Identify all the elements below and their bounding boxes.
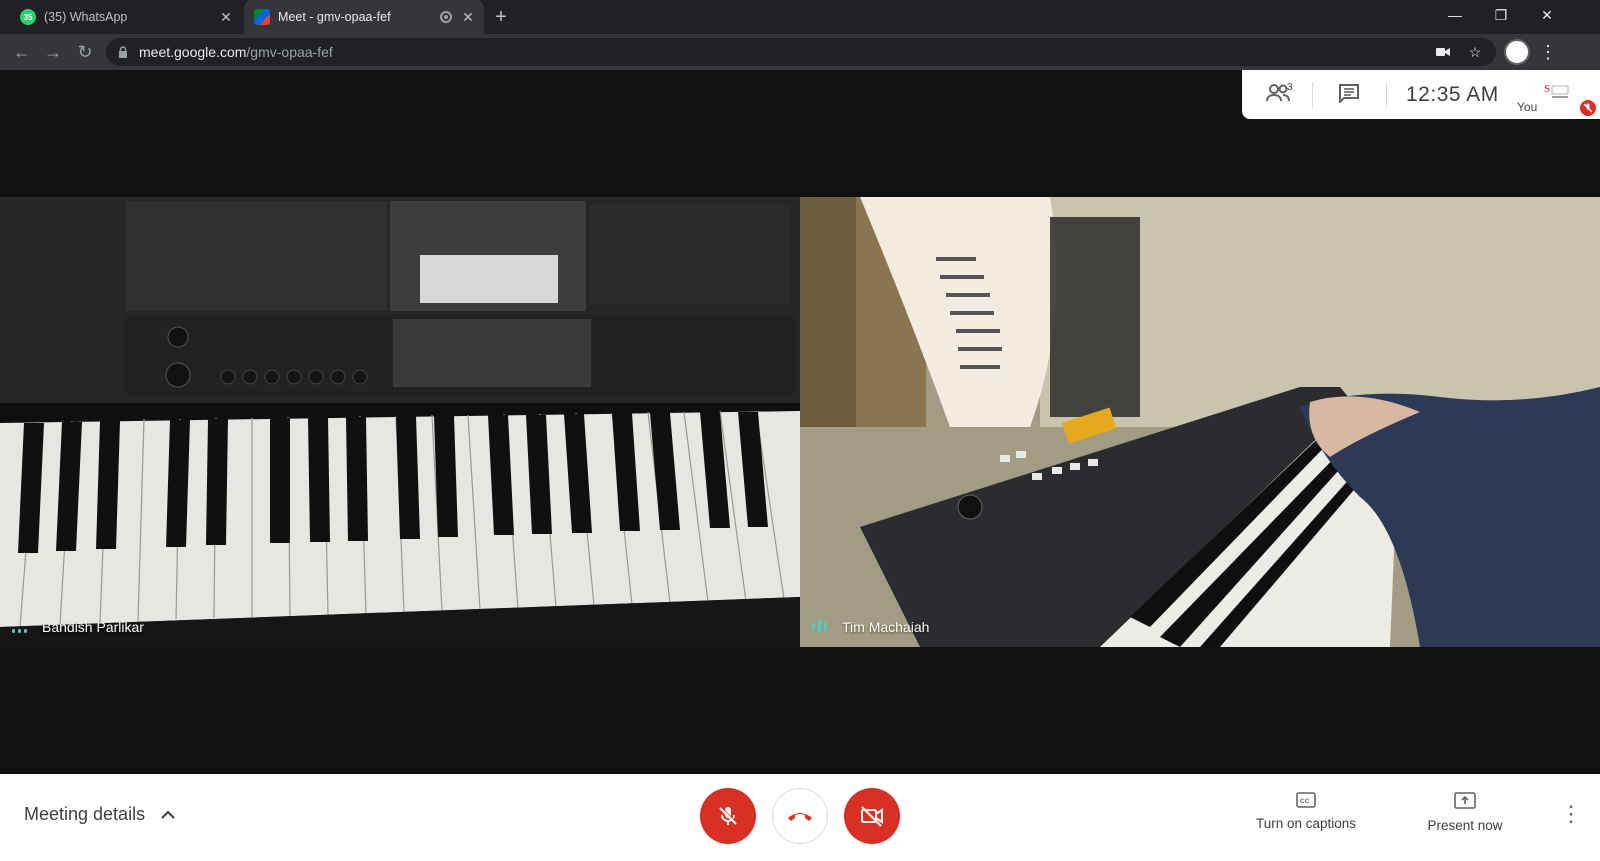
- audio-indicator-icon: [12, 629, 27, 633]
- more-options-icon[interactable]: ⋮: [1560, 802, 1582, 826]
- minimize-button[interactable]: —: [1432, 0, 1478, 30]
- meeting-stage: Bandish Parlikar Tim Machaiah: [0, 70, 1600, 774]
- self-muted-icon: [1580, 100, 1596, 116]
- participant-count-badge: 3: [1287, 82, 1293, 93]
- hang-up-icon: [788, 813, 812, 821]
- tab-meet[interactable]: Meet - gmv-opaa-fef ✕: [244, 0, 484, 34]
- captions-label: Turn on captions: [1255, 816, 1357, 831]
- participant-name: Tim Machaiah: [842, 619, 930, 635]
- lock-icon: [119, 46, 127, 58]
- captions-button[interactable]: CC Turn on captions: [1246, 792, 1366, 831]
- close-tab-icon[interactable]: ✕: [218, 9, 234, 25]
- new-tab-button[interactable]: +: [490, 6, 512, 28]
- browser-menu-icon[interactable]: ⋮: [1538, 40, 1558, 64]
- url-text: meet.google.com/gmv-opaa-fef: [139, 44, 333, 60]
- participant-name: Bandish Parlikar: [42, 619, 144, 635]
- meet-icon: [254, 9, 270, 25]
- recording-indicator-icon: [440, 11, 452, 23]
- chat-icon[interactable]: [1338, 83, 1364, 107]
- camera-icon[interactable]: [1434, 43, 1452, 61]
- forward-button[interactable]: →: [41, 40, 65, 64]
- meeting-details-label: Meeting details: [24, 804, 146, 824]
- camera-off-icon: [861, 806, 883, 827]
- reload-button[interactable]: ↻: [73, 40, 97, 64]
- back-button[interactable]: ←: [10, 40, 34, 64]
- you-label: You: [1517, 100, 1538, 114]
- whatsapp-icon: 35: [20, 9, 36, 25]
- meeting-details-button[interactable]: Meeting details: [24, 804, 175, 825]
- tab-whatsapp[interactable]: 35 (35) WhatsApp ✕: [10, 0, 242, 34]
- camera-toggle-button[interactable]: [844, 788, 900, 844]
- video-feed-right: [800, 197, 1600, 647]
- browser-toolbar: ← → ↻ meet.google.com/gmv-opaa-fef ☆ ⋮: [0, 34, 1600, 70]
- restore-button[interactable]: ❐: [1478, 0, 1524, 30]
- leave-call-button[interactable]: [772, 788, 828, 844]
- tab-title: Meet - gmv-opaa-fef: [278, 10, 391, 24]
- svg-text:S: S: [1544, 83, 1550, 95]
- participant-tile[interactable]: Bandish Parlikar: [0, 197, 800, 647]
- participant-tile[interactable]: Tim Machaiah: [800, 197, 1600, 647]
- app-window: 35 (35) WhatsApp ✕ Meet - gmv-opaa-fef ✕…: [0, 0, 1600, 861]
- close-window-button[interactable]: ✕: [1524, 0, 1570, 30]
- close-tab-icon[interactable]: ✕: [460, 9, 476, 25]
- address-bar[interactable]: meet.google.com/gmv-opaa-fef ☆: [106, 38, 1496, 66]
- closed-captions-icon: CC: [1296, 792, 1316, 808]
- url-host: meet.google.com: [139, 44, 247, 60]
- tab-bar: 35 (35) WhatsApp ✕ Meet - gmv-opaa-fef ✕…: [0, 0, 1600, 34]
- present-label: Present now: [1427, 818, 1503, 833]
- svg-text:CC: CC: [1300, 798, 1310, 805]
- divider: [1386, 82, 1387, 108]
- clock: 12:35 AM: [1406, 83, 1499, 106]
- present-screen-icon: [1454, 792, 1476, 809]
- mic-toggle-button[interactable]: [700, 788, 756, 844]
- divider: [1312, 82, 1313, 108]
- profile-avatar[interactable]: [1504, 39, 1530, 65]
- self-view-thumbnail[interactable]: S: [1540, 80, 1576, 104]
- url-path: /gmv-opaa-fef: [246, 44, 333, 60]
- video-feed-left: [0, 197, 800, 647]
- tab-title: (35) WhatsApp: [44, 10, 128, 24]
- present-now-button[interactable]: Present now: [1405, 792, 1525, 833]
- mic-off-icon: [719, 806, 738, 825]
- audio-indicator-icon: [812, 619, 827, 633]
- bookmark-star-icon[interactable]: ☆: [1466, 43, 1484, 61]
- control-bar: Meeting details CC Turn on captions Pres…: [0, 774, 1600, 861]
- chevron-up-icon: [161, 810, 175, 819]
